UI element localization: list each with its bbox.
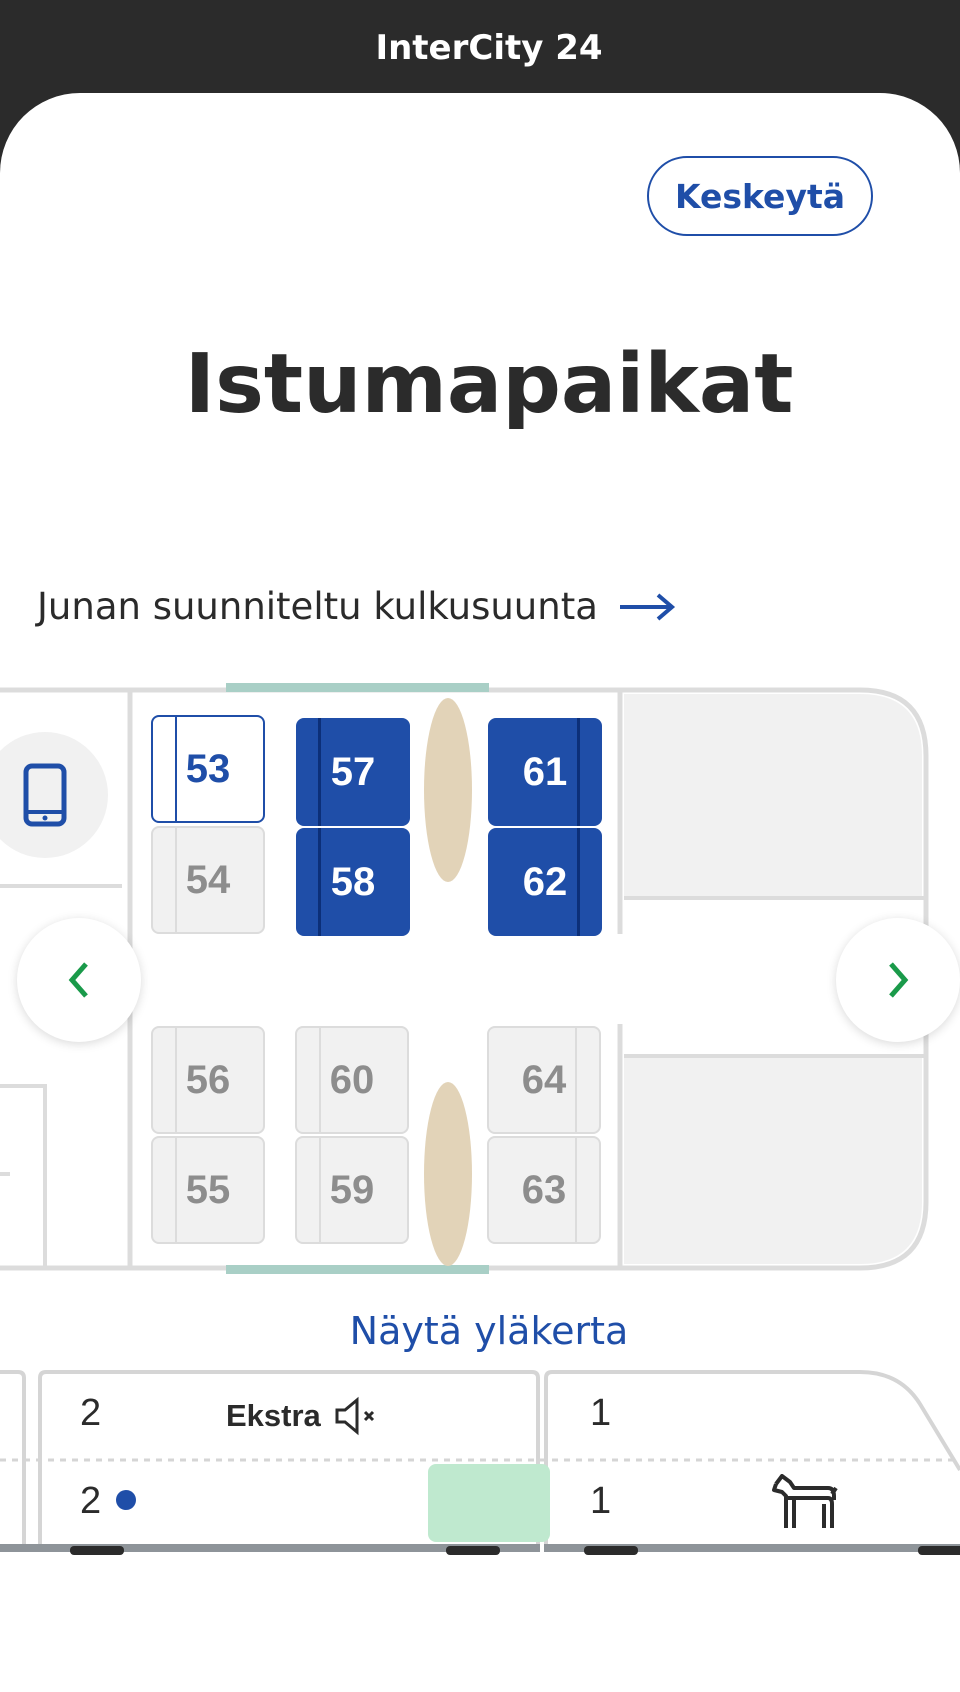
- car-2-lower-number: 2: [80, 1480, 102, 1522]
- current-car-highlight: [428, 1464, 550, 1542]
- ekstra-text: Ekstra: [226, 1398, 321, 1433]
- seat-63[interactable]: 63: [487, 1136, 601, 1244]
- travel-direction-label: Junan suunniteltu kulkusuunta: [37, 585, 598, 628]
- page-title: Istumapaikat: [184, 337, 794, 432]
- seat-56[interactable]: 56: [151, 1026, 265, 1134]
- ekstra-label: Ekstra: [226, 1396, 387, 1436]
- seat-62: 62: [488, 828, 602, 936]
- seat-53[interactable]: 53: [151, 715, 265, 823]
- car-1-upper-number: 1: [590, 1392, 612, 1434]
- seat-64[interactable]: 64: [487, 1026, 601, 1134]
- seat-59[interactable]: 59: [295, 1136, 409, 1244]
- seat-57: 57: [296, 718, 410, 826]
- seat-58: 58: [296, 828, 410, 936]
- seat-55[interactable]: 55: [151, 1136, 265, 1244]
- show-upper-deck-link[interactable]: Näytä yläkerta: [0, 1309, 960, 1353]
- chevron-right-icon: [889, 962, 909, 998]
- travel-direction: Junan suunniteltu kulkusuunta: [37, 585, 676, 628]
- cancel-button[interactable]: Keskeytä: [647, 156, 873, 236]
- previous-car-button[interactable]: [17, 918, 141, 1042]
- seat-61: 61: [488, 718, 602, 826]
- seat-54[interactable]: 54: [151, 826, 265, 934]
- arrow-right-icon: [619, 592, 675, 621]
- mute-icon: [335, 1396, 374, 1436]
- phone-icon: [23, 763, 67, 827]
- chevron-left-icon: [68, 962, 88, 998]
- dog-icon: [772, 1474, 838, 1528]
- car-2-upper-number: 2: [80, 1392, 102, 1434]
- current-location-dot: [116, 1490, 136, 1510]
- car-1-lower-number: 1: [590, 1480, 612, 1522]
- seat-60[interactable]: 60: [295, 1026, 409, 1134]
- next-car-button[interactable]: [836, 918, 960, 1042]
- train-title: InterCity 24: [375, 28, 603, 68]
